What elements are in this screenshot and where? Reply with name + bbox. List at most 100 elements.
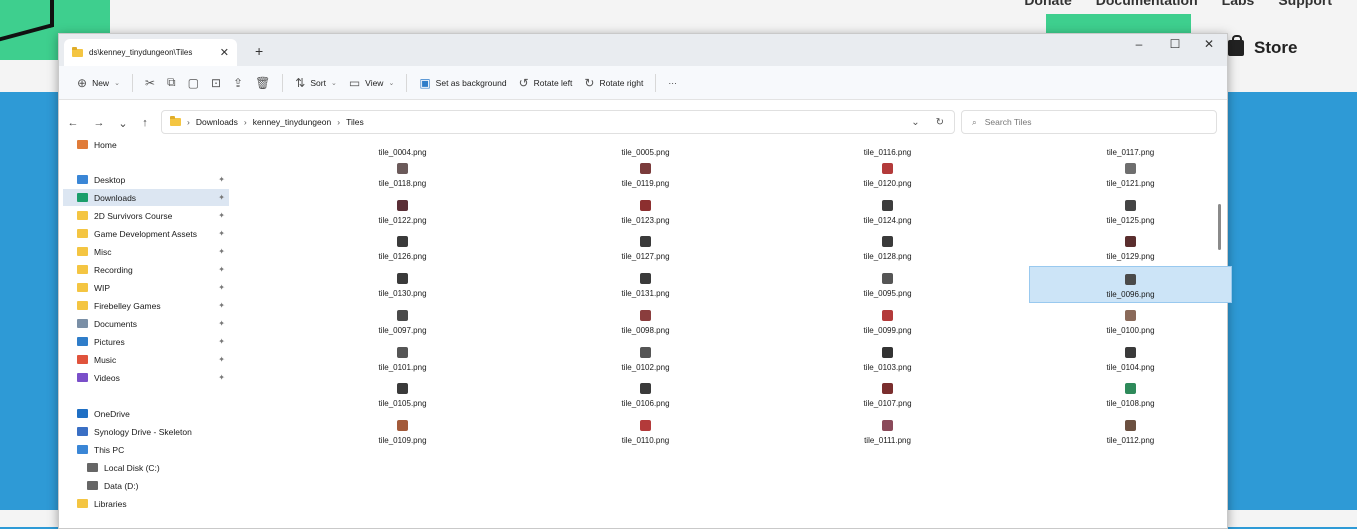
nav-support[interactable]: Support (1278, 0, 1332, 8)
file-item[interactable]: tile_0120.png (786, 156, 989, 193)
sidebar-item[interactable]: This PC (63, 441, 229, 458)
address-bar[interactable]: › Downloads › kenney_tinydungeon › Tiles… (161, 110, 955, 134)
file-name: tile_0099.png (863, 325, 912, 335)
forward-arrow-icon[interactable]: → (87, 117, 111, 129)
rotate-right-button[interactable]: ↻ Rotate right (578, 71, 649, 95)
back-arrow-icon[interactable]: ← (61, 117, 85, 129)
sidebar-item[interactable]: Game Development Assets ✦ (63, 225, 229, 242)
image-thumbnail-icon (1125, 346, 1136, 358)
breadcrumb-tiles[interactable]: Tiles (346, 117, 364, 127)
file-item[interactable]: tile_0099.png (786, 303, 989, 340)
sidebar-item[interactable]: Videos ✦ (63, 369, 229, 386)
file-item[interactable]: tile_0106.png (544, 376, 747, 413)
more-options-button[interactable]: ··· (662, 71, 683, 95)
breadcrumb-downloads[interactable]: Downloads (196, 117, 238, 127)
file-item[interactable]: tile_0125.png (1029, 193, 1232, 230)
sidebar-item[interactable]: Synology Drive - Skeleton (63, 423, 229, 440)
tab-close-icon[interactable]: ✕ (220, 46, 229, 59)
file-item[interactable]: tile_0118.png (301, 156, 504, 193)
cut-button[interactable]: ✂ (139, 71, 161, 95)
file-item[interactable]: tile_0121.png (1029, 156, 1232, 193)
chevron-down-icon: ⌄ (330, 79, 337, 87)
file-item[interactable]: tile_0107.png (786, 376, 989, 413)
vertical-scrollbar[interactable] (1218, 204, 1221, 250)
new-tab-button[interactable]: + (255, 43, 263, 59)
rotate-left-button[interactable]: ↺ Rotate left (513, 71, 579, 95)
sidebar-item[interactable]: Local Disk (C:) (63, 459, 229, 476)
sidebar-item-label: Game Development Assets (94, 228, 197, 239)
pc-icon (77, 445, 88, 454)
sidebar-item[interactable]: Misc ✦ (63, 243, 229, 260)
file-item[interactable]: tile_0102.png (544, 340, 747, 377)
new-button[interactable]: ⊕ New ⌄ (71, 71, 126, 95)
search-box[interactable]: ⌕ Search Tiles (961, 110, 1217, 134)
set-background-button[interactable]: ▣ Set as background (413, 71, 512, 95)
refresh-icon[interactable]: ↻ (936, 117, 944, 128)
file-item[interactable]: tile_0129.png (1029, 229, 1232, 266)
file-item[interactable]: tile_0124.png (786, 193, 989, 230)
sort-button[interactable]: ⇅ Sort ⌄ (289, 71, 343, 95)
file-item[interactable]: tile_0130.png (301, 266, 504, 303)
sidebar-item[interactable]: 2D Survivors Course ✦ (63, 207, 229, 224)
file-item[interactable]: tile_0097.png (301, 303, 504, 340)
sidebar-item[interactable]: Home (63, 136, 229, 153)
minimize-button[interactable]: – (1119, 37, 1159, 51)
file-item[interactable]: tile_0105.png (301, 376, 504, 413)
image-thumbnail-icon (1125, 309, 1136, 321)
nav-documentation[interactable]: Documentation (1096, 0, 1198, 8)
sidebar-item[interactable]: Downloads ✦ (63, 189, 229, 206)
breadcrumb-kenney[interactable]: kenney_tinydungeon (253, 117, 331, 127)
file-item[interactable]: tile_0111.png (786, 413, 989, 450)
file-item[interactable]: tile_0126.png (301, 229, 504, 266)
close-button[interactable]: ✕ (1189, 37, 1229, 51)
rotate-right-label: Rotate right (599, 77, 644, 88)
nav-labs[interactable]: Labs (1222, 0, 1255, 8)
file-item[interactable]: tile_0103.png (786, 340, 989, 377)
file-item[interactable]: tile_0127.png (544, 229, 747, 266)
partial-top-row: tile_0004.png tile_0005.png tile_0116.png t… (237, 144, 1215, 157)
sidebar-item[interactable]: OneDrive (63, 405, 229, 422)
file-item[interactable]: tile_0119.png (544, 156, 747, 193)
tab-tiles[interactable]: ds\kenney_tinydungeon\Tiles ✕ (64, 39, 237, 66)
file-item[interactable]: tile_0112.png (1029, 413, 1232, 450)
file-item[interactable]: tile_0122.png (301, 193, 504, 230)
sidebar-item[interactable]: Data (D:) (63, 477, 229, 494)
file-item[interactable]: tile_0096.png (1029, 266, 1232, 304)
website-green-button[interactable] (1046, 14, 1191, 34)
file-item[interactable]: tile_0131.png (544, 266, 747, 303)
share-button[interactable]: ⇪ (227, 71, 249, 95)
file-item[interactable]: tile_0109.png (301, 413, 504, 450)
rename-button[interactable]: ⊡ (205, 71, 227, 95)
file-item[interactable]: tile_0123.png (544, 193, 747, 230)
store-link[interactable]: Store (1228, 35, 1297, 58)
sidebar-item[interactable]: WIP ✦ (63, 279, 229, 296)
sidebar-item[interactable]: Desktop ✦ (63, 171, 229, 188)
image-thumbnail-icon (882, 346, 893, 358)
view-button[interactable]: ▭ View ⌄ (343, 71, 401, 95)
file-item[interactable]: tile_0101.png (301, 340, 504, 377)
copy-button[interactable]: ⧉ (161, 71, 182, 95)
sidebar-item[interactable]: Recording ✦ (63, 261, 229, 278)
sidebar-item[interactable]: Libraries (63, 495, 229, 512)
file-item[interactable]: tile_0108.png (1029, 376, 1232, 413)
image-thumbnail-icon (640, 346, 651, 358)
file-item[interactable]: tile_0098.png (544, 303, 747, 340)
file-item[interactable]: tile_0104.png (1029, 340, 1232, 377)
file-item[interactable]: tile_0128.png (786, 229, 989, 266)
up-arrow-icon[interactable]: ↑ (133, 117, 157, 129)
file-item[interactable]: tile_0110.png (544, 413, 747, 450)
history-dropdown-icon[interactable]: ⌄ (911, 117, 919, 128)
file-list: tile_0004.png tile_0005.png tile_0116.png t… (237, 144, 1232, 528)
sidebar-item[interactable]: Music ✦ (63, 351, 229, 368)
nav-donate[interactable]: Donate (1024, 0, 1071, 8)
paste-button[interactable]: ▢ (182, 71, 205, 95)
sidebar-item[interactable]: Pictures ✦ (63, 333, 229, 350)
image-thumbnail-icon (397, 309, 408, 321)
recent-chevron-icon[interactable]: ⌄ (111, 117, 135, 130)
file-item[interactable]: tile_0095.png (786, 266, 989, 303)
delete-button[interactable]: 🗑 (249, 71, 276, 95)
file-name: tile_0110.png (621, 435, 670, 445)
file-item[interactable]: tile_0100.png (1029, 303, 1232, 340)
sidebar-item[interactable]: Documents ✦ (63, 315, 229, 332)
sidebar-item[interactable]: Firebelley Games ✦ (63, 297, 229, 314)
